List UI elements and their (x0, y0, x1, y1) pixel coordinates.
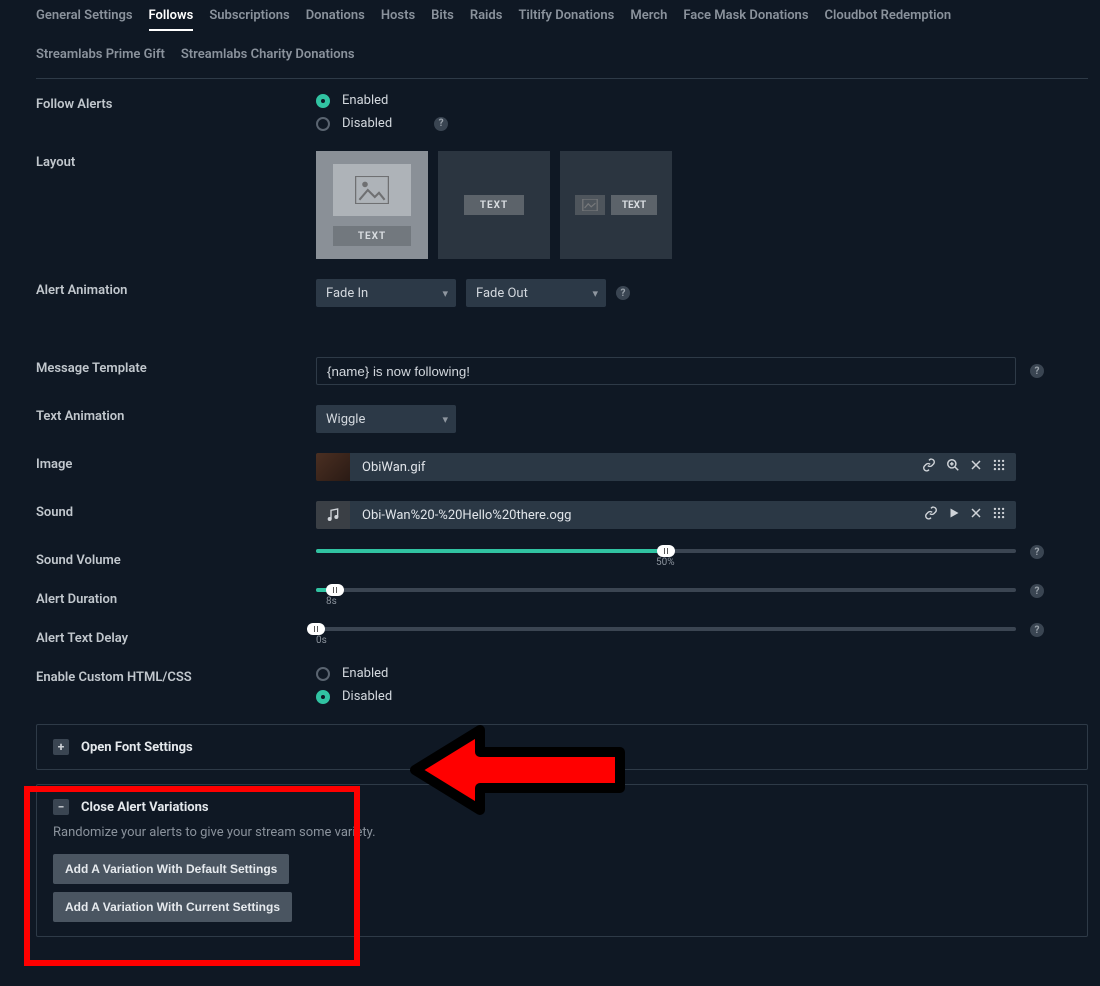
help-icon[interactable]: ? (1030, 623, 1044, 637)
radio-custom-enabled[interactable]: Enabled (316, 666, 1088, 681)
collapse-icon: − (53, 799, 69, 815)
link-icon[interactable] (924, 506, 938, 524)
row-label-alert-duration: Alert Duration (36, 588, 316, 607)
image-media-bar: ObiWan.gif (316, 453, 1016, 481)
expand-icon: + (53, 739, 69, 755)
add-variation-current-button[interactable]: Add A Variation With Current Settings (53, 892, 292, 922)
row-label-text-animation: Text Animation (36, 405, 316, 424)
tab-hosts[interactable]: Hosts (381, 8, 415, 31)
panel-header[interactable]: − Close Alert Variations (53, 799, 1071, 815)
settings-tabs: General Settings Follows Subscriptions Dona… (36, 0, 1088, 74)
radio-off-icon (316, 667, 330, 681)
select-value: Fade In (326, 286, 368, 301)
tab-cloudbot-redemption[interactable]: Cloudbot Redemption (825, 8, 952, 31)
zoom-icon[interactable] (946, 458, 960, 476)
row-label-sound: Sound (36, 501, 316, 520)
radio-off-icon (316, 117, 330, 131)
image-placeholder-icon (333, 164, 411, 216)
image-filename: ObiWan.gif (350, 453, 912, 481)
sound-media-bar: Obi-Wan%20-%20Hello%20there.ogg (316, 501, 1016, 529)
add-variation-default-button[interactable]: Add A Variation With Default Settings (53, 854, 289, 884)
sound-filename: Obi-Wan%20-%20Hello%20there.ogg (350, 501, 914, 529)
layout-option-2[interactable]: TEXT (438, 151, 550, 259)
panel-title: Open Font Settings (81, 740, 193, 755)
select-value: Wiggle (326, 412, 365, 427)
panel-title: Close Alert Variations (81, 800, 209, 815)
radio-label: Enabled (342, 666, 388, 681)
message-template-input[interactable] (316, 357, 1016, 385)
panel-description: Randomize your alerts to give your strea… (53, 825, 1071, 840)
help-icon[interactable]: ? (616, 286, 630, 300)
tab-tiltify-donations[interactable]: Tiltify Donations (518, 8, 614, 31)
remove-icon[interactable] (970, 507, 982, 523)
help-icon[interactable]: ? (1030, 584, 1044, 598)
grid-icon[interactable] (992, 506, 1006, 524)
radio-enabled-label: Enabled (342, 93, 388, 108)
radio-label: Disabled (342, 689, 392, 704)
tab-bits[interactable]: Bits (431, 8, 454, 31)
alert-variations-panel: − Close Alert Variations Randomize your … (36, 784, 1088, 937)
row-label-follow-alerts: Follow Alerts (36, 93, 316, 112)
sound-volume-slider[interactable]: 50% ? (316, 549, 1016, 568)
image-thumbnail (316, 453, 350, 481)
radio-on-icon (316, 690, 330, 704)
remove-icon[interactable] (970, 459, 982, 475)
radio-enabled[interactable]: Enabled (316, 93, 1088, 108)
alert-text-delay-slider[interactable]: 0s ? (316, 627, 1016, 646)
layout-text-badge: TEXT (611, 195, 657, 215)
radio-custom-disabled[interactable]: Disabled (316, 689, 1088, 704)
help-icon[interactable]: ? (1030, 364, 1044, 378)
tab-streamlabs-charity-donations[interactable]: Streamlabs Charity Donations (181, 47, 355, 68)
slider-value: 8s (326, 596, 1016, 607)
layout-option-3[interactable]: TEXT (560, 151, 672, 259)
row-label-image: Image (36, 453, 316, 472)
radio-on-icon (316, 94, 330, 108)
layout-option-1[interactable]: TEXT (316, 151, 428, 259)
row-label-message-template: Message Template (36, 357, 316, 376)
tab-follows[interactable]: Follows (149, 8, 194, 31)
row-label-alert-text-delay: Alert Text Delay (36, 627, 316, 646)
link-icon[interactable] (922, 458, 936, 476)
grid-icon[interactable] (992, 458, 1006, 476)
tab-streamlabs-prime-gift[interactable]: Streamlabs Prime Gift (36, 47, 165, 68)
select-animation-in[interactable]: Fade In (316, 279, 456, 307)
tab-subscriptions[interactable]: Subscriptions (209, 8, 289, 31)
tabs-divider (36, 78, 1088, 79)
help-icon[interactable]: ? (1030, 545, 1044, 559)
row-label-custom-html: Enable Custom HTML/CSS (36, 666, 316, 685)
tab-general-settings[interactable]: General Settings (36, 8, 133, 31)
play-icon[interactable] (948, 507, 960, 523)
slider-value: 50% (656, 557, 1016, 568)
tab-merch[interactable]: Merch (630, 8, 667, 31)
layout-text-badge: TEXT (464, 195, 524, 215)
font-settings-panel[interactable]: + Open Font Settings (36, 724, 1088, 770)
tab-raids[interactable]: Raids (470, 8, 503, 31)
music-icon (316, 501, 350, 529)
tab-face-mask-donations[interactable]: Face Mask Donations (683, 8, 808, 31)
radio-disabled[interactable]: Disabled ? (316, 116, 1088, 131)
row-label-alert-animation: Alert Animation (36, 279, 316, 298)
row-label-layout: Layout (36, 151, 316, 170)
slider-value: 0s (316, 635, 1016, 646)
radio-disabled-label: Disabled (342, 116, 392, 131)
layout-text-badge: TEXT (333, 226, 411, 246)
row-label-sound-volume: Sound Volume (36, 549, 316, 568)
select-value: Fade Out (476, 286, 528, 301)
select-text-animation[interactable]: Wiggle (316, 405, 456, 433)
tab-donations[interactable]: Donations (306, 8, 365, 31)
select-animation-out[interactable]: Fade Out (466, 279, 606, 307)
help-icon[interactable]: ? (434, 117, 448, 131)
alert-duration-slider[interactable]: 8s ? (316, 588, 1016, 607)
image-placeholder-icon (575, 195, 605, 215)
